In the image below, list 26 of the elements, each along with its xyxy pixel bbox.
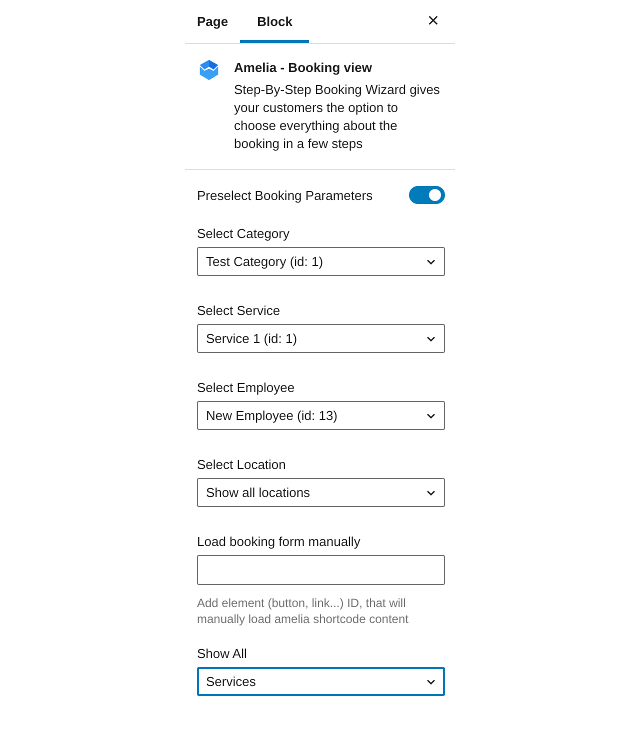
chevron-down-icon bbox=[426, 258, 436, 264]
toggle-label: Preselect Booking Parameters bbox=[197, 188, 373, 202]
close-button[interactable]: × bbox=[423, 0, 443, 43]
field-label: Show All bbox=[197, 646, 248, 661]
block-description: Step-By-Step Booking Wizard gives your customers the option to choose everything about the booking in a few steps bbox=[234, 81, 441, 153]
chevron-down-icon bbox=[426, 678, 436, 684]
select-dropdown[interactable]: New Employee (id: 13) bbox=[197, 401, 445, 430]
field-label: Load booking form manually bbox=[197, 534, 362, 549]
select-dropdown[interactable]: Test Category (id: 1) bbox=[197, 247, 445, 276]
tab[interactable]: Page bbox=[185, 0, 240, 43]
toggle-switch[interactable] bbox=[409, 186, 445, 204]
tab[interactable]: Block bbox=[240, 0, 310, 43]
field-label: Select Service bbox=[197, 303, 282, 318]
chevron-down-icon bbox=[426, 412, 436, 418]
block-title: Amelia - Booking view bbox=[234, 60, 373, 75]
select-dropdown[interactable]: Service 1 (id: 1) bbox=[197, 324, 445, 353]
chevron-down-icon bbox=[426, 336, 436, 342]
input-field[interactable] bbox=[197, 555, 445, 585]
cube-logo-icon bbox=[198, 58, 220, 82]
field-label: Select Employee bbox=[197, 380, 296, 395]
field-label: Select Location bbox=[197, 457, 287, 472]
field-label: Select Category bbox=[197, 226, 290, 241]
help-text: Add element (button, link...) ID, that will manually load amelia shortcode content bbox=[197, 595, 410, 627]
select-dropdown[interactable]: Services bbox=[197, 667, 445, 696]
select-dropdown[interactable]: Show all locations bbox=[197, 478, 445, 507]
chevron-down-icon bbox=[426, 490, 436, 496]
